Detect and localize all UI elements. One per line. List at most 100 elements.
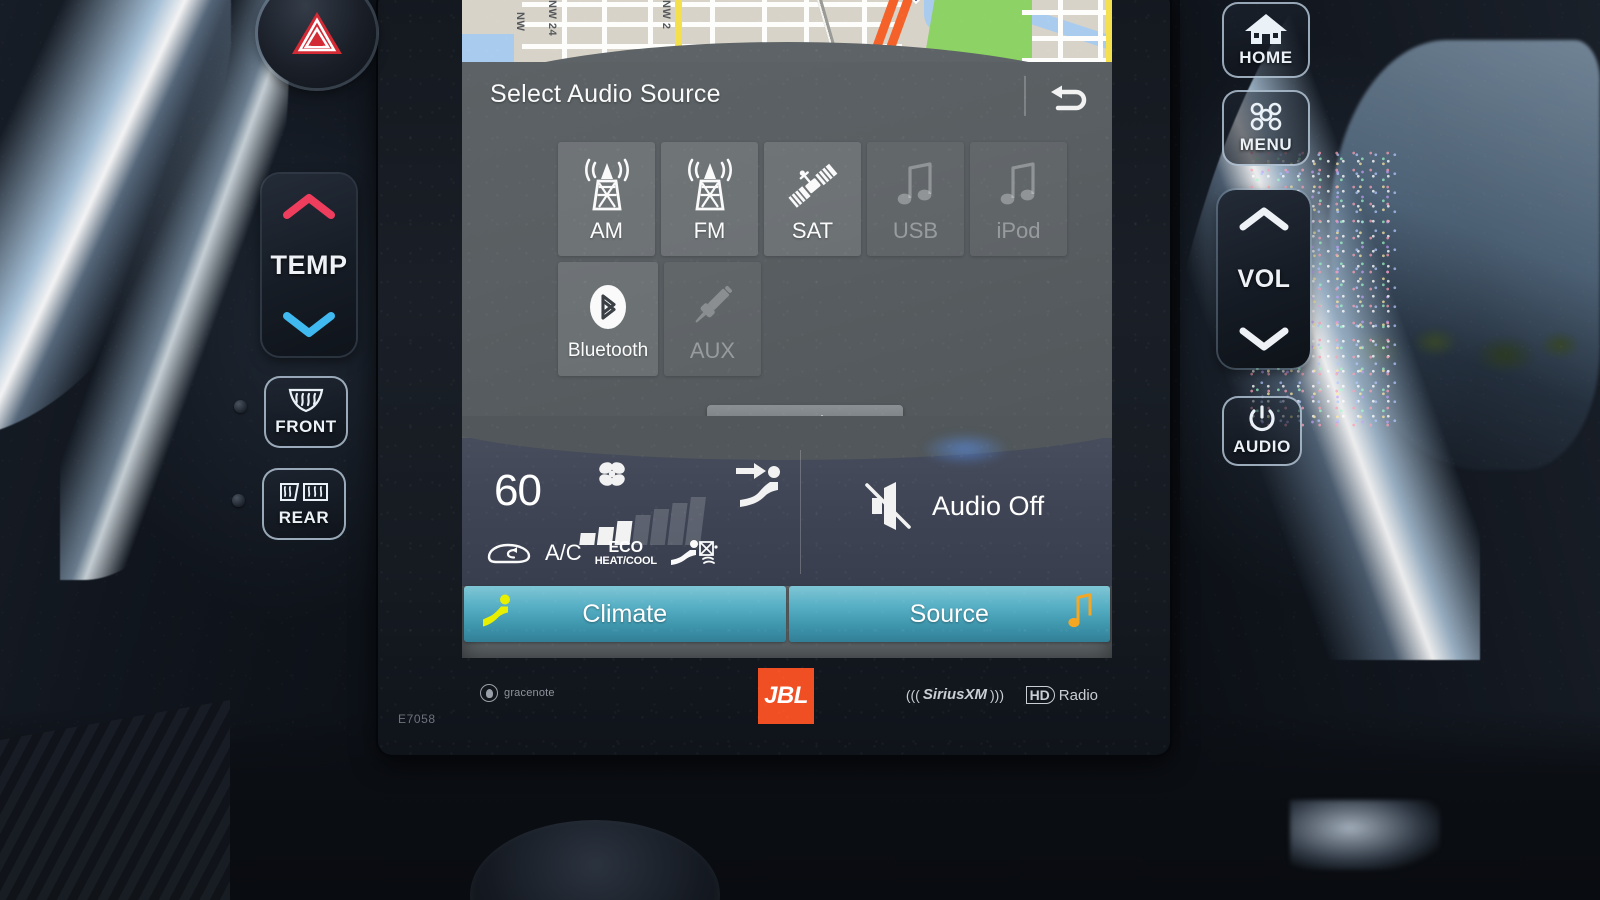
model-code-label: E7058 xyxy=(398,712,436,726)
menu-dots-icon xyxy=(1250,102,1282,131)
hd-radio-logo: HD Radio xyxy=(1025,686,1098,704)
status-bar: 60 A/C ECO HEAT/COOL Audio Off xyxy=(462,416,1112,586)
ac-label: A/C xyxy=(545,540,582,565)
source-tile-sat[interactable]: SAT xyxy=(764,142,861,256)
speaker-muted-icon xyxy=(865,482,911,530)
source-tile-label: Bluetooth xyxy=(567,340,649,361)
volume-rocker-button[interactable]: VOL xyxy=(1218,190,1310,368)
audio-status-area[interactable]: Audio Off xyxy=(800,432,1112,586)
map-street-label: NW xyxy=(514,12,526,32)
back-arrow-icon xyxy=(1051,85,1087,111)
source-tile-label: FM xyxy=(693,218,726,243)
eco-label: ECO xyxy=(608,538,644,556)
radio-tower-icon xyxy=(580,154,634,216)
panel-screw xyxy=(232,494,245,507)
seat-airflow-off-icon xyxy=(670,540,718,565)
source-row-1: AM FM SAT USB iPod xyxy=(558,142,1078,256)
front-defrost-label: FRONT xyxy=(275,417,337,436)
map-street-label: NW 2 xyxy=(660,0,672,30)
music-note-icon xyxy=(997,154,1041,216)
volume-label: VOL xyxy=(1237,264,1291,293)
hd-badge: HD xyxy=(1025,686,1055,704)
music-note-icon xyxy=(1068,593,1094,635)
hazard-triangle-icon xyxy=(292,12,342,54)
seat-climate-icon xyxy=(480,594,518,635)
home-label: HOME xyxy=(1239,48,1293,67)
audio-off-label: Audio Off xyxy=(932,490,1045,521)
source-tile-label: AUX xyxy=(689,338,736,363)
chevron-up-icon xyxy=(1239,207,1289,231)
jbl-label: JBL xyxy=(764,682,808,709)
rear-defrost-label: REAR xyxy=(278,508,330,527)
chevron-down-icon xyxy=(283,312,335,337)
screen-glare xyxy=(920,432,1010,466)
gracenote-logo: gracenote xyxy=(480,684,555,702)
home-button[interactable]: HOME xyxy=(1222,2,1310,78)
audio-source-panel: Select Audio Source AM FM SAT USB iPod B… xyxy=(462,62,1112,445)
front-defrost-button[interactable]: FRONT xyxy=(264,376,348,448)
map-street-label: NW 24 xyxy=(546,0,558,37)
source-tile-grid: AM FM SAT USB iPod Bluetooth AUX xyxy=(558,142,1078,382)
tab-climate[interactable]: Climate xyxy=(464,586,786,642)
tab-label: Climate xyxy=(582,599,668,628)
gracenote-icon xyxy=(480,684,498,702)
temp-label: TEMP xyxy=(270,249,348,280)
source-tile-aux[interactable]: AUX xyxy=(664,262,761,376)
console-highlight xyxy=(1290,800,1440,870)
front-defrost-icon xyxy=(288,388,324,413)
source-tile-bluetooth[interactable]: Bluetooth xyxy=(558,262,658,376)
source-tile-label: SAT xyxy=(791,218,834,243)
home-icon xyxy=(1245,14,1287,44)
power-icon xyxy=(1249,405,1275,432)
car-interior-photo: NW NW 24 NW 2 Select Audio Source AM FM … xyxy=(0,0,1600,900)
back-button[interactable] xyxy=(1038,78,1100,120)
aux-plug-icon xyxy=(685,274,741,336)
bottom-tab-bar: Climate Source xyxy=(462,586,1112,642)
audio-off-indicator: Audio Off xyxy=(862,480,1044,532)
menu-button[interactable]: MENU xyxy=(1222,90,1310,166)
sirius-left-wave: ((( xyxy=(905,686,920,703)
menu-label: MENU xyxy=(1239,135,1293,154)
rear-defrost-button[interactable]: REAR xyxy=(262,468,346,540)
eco-indicator: ECO HEAT/COOL xyxy=(594,538,657,567)
tab-source[interactable]: Source xyxy=(788,586,1110,642)
bluetooth-icon xyxy=(583,276,633,338)
radio-tower-icon xyxy=(683,154,737,216)
source-tile-am[interactable]: AM xyxy=(558,142,655,256)
eco-sublabel: HEAT/COOL xyxy=(594,554,657,567)
temp-rocker-button[interactable]: TEMP xyxy=(262,174,356,356)
chevron-down-icon xyxy=(1239,327,1289,351)
sirius-right-wave: ))) xyxy=(990,686,1004,703)
audio-power-button[interactable]: AUDIO xyxy=(1222,396,1302,466)
music-note-icon xyxy=(894,154,938,216)
source-tile-fm[interactable]: FM xyxy=(661,142,758,256)
jbl-logo: JBL xyxy=(758,668,814,724)
source-tile-label: AM xyxy=(590,218,623,243)
recirculation-icon xyxy=(487,543,531,564)
chevron-up-icon xyxy=(283,194,335,219)
source-tile-label: USB xyxy=(892,218,939,243)
gracenote-label: gracenote xyxy=(504,687,555,699)
head-unit-bezel: NW NW 24 NW 2 Select Audio Source AM FM … xyxy=(378,0,1170,755)
divider xyxy=(1024,76,1026,116)
audio-label: AUDIO xyxy=(1233,437,1291,456)
source-row-2: Bluetooth AUX xyxy=(558,262,1078,376)
tab-label: Source xyxy=(909,599,989,628)
airflow-face-icon xyxy=(730,460,788,521)
source-tile-usb[interactable]: USB xyxy=(867,142,964,256)
source-tile-label: iPod xyxy=(996,218,1041,243)
siriusxm-logo: ((( SiriusXM ))) xyxy=(906,686,1004,703)
infotainment-screen[interactable]: NW NW 24 NW 2 Select Audio Source AM FM … xyxy=(462,0,1112,658)
temperature-value: 60 xyxy=(494,466,542,515)
source-tile-ipod[interactable]: iPod xyxy=(970,142,1067,256)
siriusxm-label: SiriusXM xyxy=(922,686,987,703)
bezel-brand-row: gracenote JBL ((( SiriusXM ))) HD Radio xyxy=(462,666,1112,728)
fan-speed-indicator xyxy=(579,460,706,545)
fan-blade-icon xyxy=(599,462,625,486)
climate-status-area[interactable]: 60 A/C ECO HEAT/COOL xyxy=(462,438,800,586)
hd-radio-label: Radio xyxy=(1058,686,1098,704)
satellite-icon xyxy=(784,154,842,216)
page-title: Select Audio Source xyxy=(490,80,721,108)
panel-screw xyxy=(234,400,247,413)
rear-defrost-icon xyxy=(280,483,328,501)
